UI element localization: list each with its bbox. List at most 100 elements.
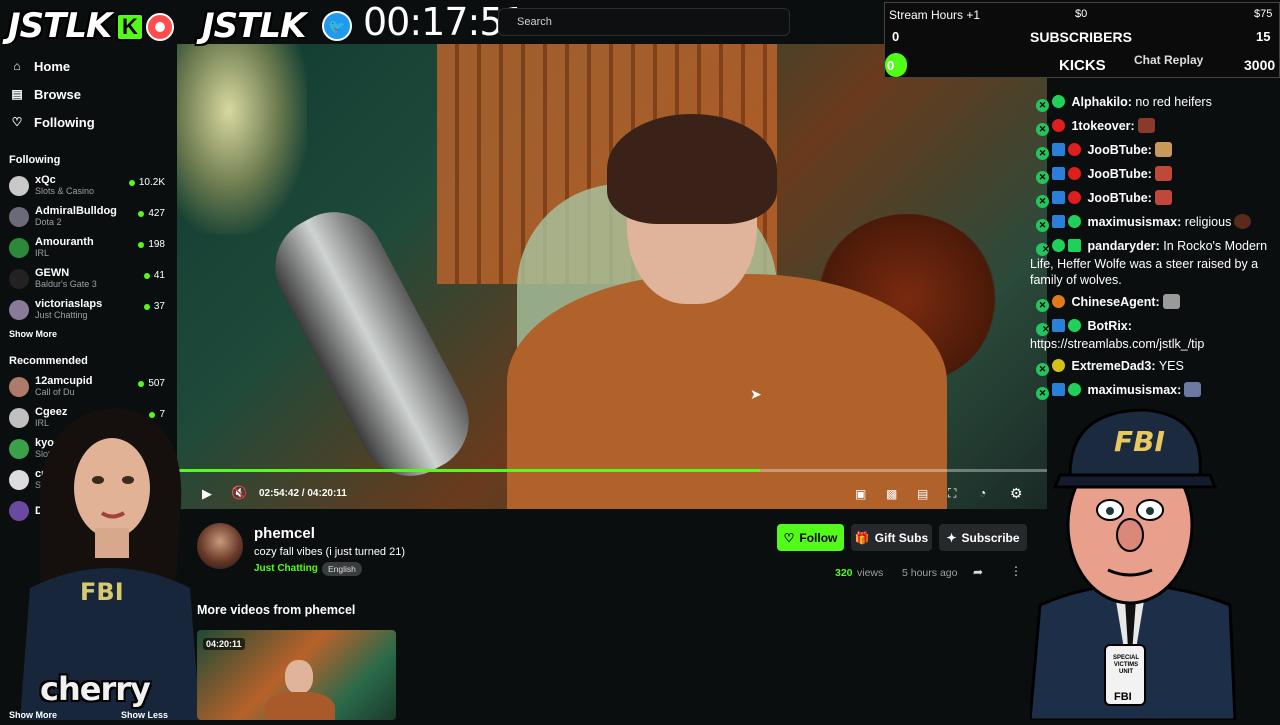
chat-username[interactable]: maximusismax: — [1087, 215, 1181, 229]
channel-avatar — [9, 299, 29, 320]
nav-home[interactable]: ⌂ Home — [0, 52, 177, 80]
sidebar-channel-name: Amouranth — [35, 236, 94, 248]
green-badge-icon — [1052, 239, 1065, 252]
chat-panel: ✕ Alphakilo: no red heifers ✕ 1tokeover:… — [1028, 78, 1280, 400]
share-icon[interactable]: ➦ — [973, 565, 983, 579]
chat-username[interactable]: BotRix: — [1087, 319, 1131, 333]
red-badge-icon — [1068, 143, 1081, 156]
blue-badge-icon — [1052, 215, 1065, 228]
nav-following[interactable]: ♡ Following — [0, 108, 177, 136]
follow-label: Follow — [799, 530, 838, 545]
twitter-bird-icon: 🐦 — [322, 11, 352, 41]
chat-message: ✕ maximusismax: religious — [1028, 211, 1280, 235]
chat-username[interactable]: JooBTube: — [1087, 167, 1151, 181]
kick-badge-icon: ✕ — [1036, 99, 1049, 112]
live-dot-icon — [138, 380, 145, 387]
subscribe-label: Subscribe — [961, 530, 1020, 545]
goal-hud: Stream Hours +1 $0 $75 0 SUBSCRIBERS 15 … — [884, 2, 1280, 78]
thumbnail-body — [265, 692, 335, 720]
sidebar-channel-name: GEWN — [35, 267, 70, 279]
sidebar-channel[interactable]: AdmiralBulldog Dota 2 427 — [0, 201, 177, 232]
nav-browse[interactable]: ▤ Browse — [0, 80, 177, 108]
stream-title: cozy fall vibes (i just turned 21) — [254, 546, 406, 558]
channel-avatar — [9, 237, 29, 258]
sidebar-channel[interactable]: GEWN Baldur's Gate 3 41 — [0, 263, 177, 294]
chat-username[interactable]: ChineseAgent: — [1071, 295, 1159, 309]
chat-username[interactable]: Alphakilo: — [1071, 95, 1131, 109]
kick-badge-icon: ✕ — [1036, 299, 1049, 312]
subs-label: SUBSCRIBERS — [1030, 29, 1132, 45]
kick-badge-icon: ✕ — [1036, 323, 1050, 336]
sidebar-channel-category: Just Chatting — [35, 310, 88, 320]
amount-high: $75 — [1254, 8, 1273, 20]
mute-icon[interactable]: 🔇 — [231, 485, 247, 501]
live-dot-icon — [138, 241, 145, 248]
theater-icon[interactable]: ▤ — [917, 487, 928, 501]
fbi-badge-text: SPECIAL VICTIMS UNIT — [1112, 655, 1139, 675]
sidebar-channel[interactable]: xQc Slots & Casino 10.2K — [0, 170, 177, 201]
chat-message: ✕ Alphakilo: no red heifers — [1028, 78, 1280, 115]
sidebar-channel[interactable]: Amouranth IRL 198 — [0, 232, 177, 263]
chat-text: religious — [1184, 215, 1232, 229]
green-badge-icon — [1052, 95, 1065, 108]
chat-username[interactable]: ExtremeDad3: — [1071, 359, 1155, 373]
star-icon: ✦ — [946, 530, 957, 545]
chat-username[interactable]: maximusismax: — [1087, 383, 1181, 397]
heart-icon: ♡ — [11, 115, 23, 129]
chat-message: ✕ BotRix: https://streamlabs.com/jstlk_/… — [1028, 315, 1280, 355]
chat-username[interactable]: JooBTube: — [1087, 191, 1151, 205]
sidebar-show-more-bottom[interactable]: Show More — [9, 710, 57, 720]
channel-avatar — [9, 376, 29, 397]
emote-icon — [1162, 294, 1180, 309]
sidebar-channel-name: xQc — [35, 174, 56, 186]
green-badge-icon — [1068, 215, 1081, 228]
record-icon — [146, 13, 174, 41]
viewer-count-value: 198 — [148, 239, 165, 250]
live-dot-icon — [138, 210, 145, 217]
sidebar-channel-name: AdmiralBulldog — [35, 205, 117, 217]
chat-username[interactable]: pandaryder: — [1087, 239, 1159, 253]
fbi-agent-character: FBI SPECIAL VICTIMS UNIT FBI — [1028, 405, 1240, 722]
sidebar-channel[interactable]: victoriaslaps Just Chatting 37 — [0, 294, 177, 325]
channel-avatar — [9, 206, 29, 227]
video-player[interactable]: ➤ — [177, 44, 1047, 509]
video-thumbnail[interactable]: 04:20:11 — [197, 630, 396, 720]
fullscreen-icon[interactable]: ⛶ — [948, 486, 956, 501]
views-count: 320 — [835, 567, 853, 579]
chat-message: ✕ maximusismax: — [1028, 379, 1280, 403]
jstlk-logo-secondary: JSTLK — [202, 6, 306, 46]
channel-name[interactable]: phemcel — [254, 525, 315, 542]
red-badge-icon — [1068, 191, 1081, 204]
sidebar-channel-category: Call of Du — [35, 387, 75, 397]
sidebar-show-less-bottom[interactable]: Show Less — [121, 710, 168, 720]
views-label: views — [857, 567, 884, 579]
sidebar-channel-category: IRL — [35, 248, 50, 258]
chat-username[interactable]: JooBTube: — [1087, 143, 1151, 157]
emote-icon — [1184, 382, 1202, 397]
following-show-more[interactable]: Show More — [0, 329, 177, 339]
player-time: 02:54:42 / 04:20:11 — [259, 488, 347, 499]
kicks-goal: 3000 — [1244, 57, 1276, 73]
nav-browse-label: Browse — [34, 86, 81, 102]
settings-gear-icon[interactable]: ⚙ — [1010, 485, 1023, 502]
chat-text[interactable]: https://streamlabs.com/jstlk_/tip — [1030, 337, 1204, 351]
play-icon[interactable]: ▶ — [202, 486, 212, 502]
speed-icon[interactable]: ◔ — [979, 486, 986, 500]
yellow-badge-icon — [1052, 359, 1065, 372]
viewer-count: 10.2K — [128, 177, 165, 188]
chat-message: ✕ JooBTube: — [1028, 187, 1280, 211]
channel-avatar[interactable] — [197, 523, 243, 569]
clip-icon[interactable]: ▩ — [886, 487, 897, 501]
follow-button[interactable]: ♡ Follow — [777, 524, 844, 551]
viewer-count-value: 41 — [153, 270, 165, 281]
pip-icon[interactable]: ▣ — [855, 487, 866, 501]
search-input[interactable]: Search — [498, 8, 790, 36]
gift-subs-button[interactable]: 🎁 Gift Subs — [851, 524, 932, 551]
fbi-jacket-text: FBI — [80, 578, 124, 606]
kick-logo-badge: K — [116, 13, 144, 41]
subscribe-button[interactable]: ✦ Subscribe — [939, 524, 1027, 551]
chat-username[interactable]: 1tokeover: — [1071, 119, 1134, 133]
language-tag[interactable]: English — [322, 562, 362, 576]
more-options-icon[interactable]: ⋮ — [1010, 564, 1022, 578]
category-link[interactable]: Just Chatting — [254, 563, 318, 574]
